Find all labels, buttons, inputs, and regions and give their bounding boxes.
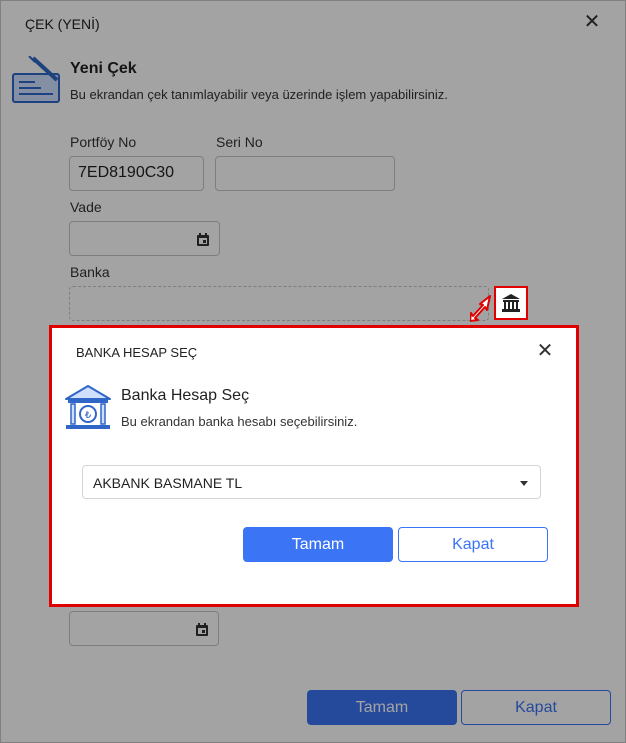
- bank-account-modal: BANKA HESAP SEÇ ✕ ₺ Banka Hesap Seç Bu e…: [49, 325, 579, 607]
- svg-text:₺: ₺: [85, 410, 92, 421]
- bank-icon: [502, 294, 520, 312]
- modal-header-title: Banka Hesap Seç: [121, 387, 250, 404]
- selected-account: AKBANK BASMANE TL: [93, 475, 243, 491]
- chevron-down-icon[interactable]: [520, 481, 528, 486]
- modal-close-button[interactable]: Kapat: [398, 527, 548, 562]
- bank-icon: ₺: [65, 385, 111, 429]
- modal-title: BANKA HESAP SEÇ: [76, 345, 198, 360]
- bank-account-select[interactable]: AKBANK BASMANE TL: [82, 465, 541, 499]
- arrow-icon: [470, 295, 491, 322]
- close-icon[interactable]: ✕: [536, 341, 554, 361]
- modal-ok-button[interactable]: Tamam: [243, 527, 393, 562]
- bank-select-button[interactable]: [494, 286, 528, 320]
- modal-header-subtitle: Bu ekrandan banka hesabı seçebilirsiniz.: [121, 414, 358, 429]
